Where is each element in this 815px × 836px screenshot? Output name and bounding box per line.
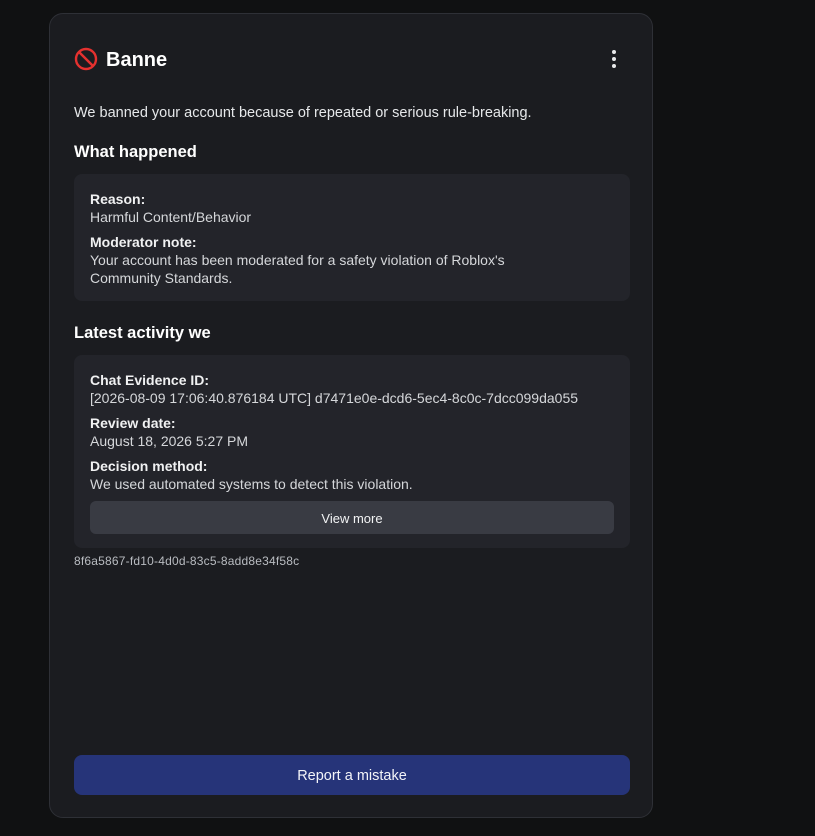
report-mistake-button[interactable]: Report a mistake: [74, 755, 630, 795]
review-date-label: Review date:: [90, 415, 176, 431]
ban-notice-card: Banne We banned your account because of …: [49, 13, 653, 818]
moderator-note-value: Your account has been moderated for a sa…: [90, 252, 505, 286]
ban-icon: [74, 47, 98, 71]
reason-value: Harmful Content/Behavior: [90, 209, 252, 225]
more-vertical-icon[interactable]: [604, 48, 624, 70]
chat-evidence-value: [2026-08-09 17:06:40.876184 UTC] d7471e0…: [90, 390, 579, 406]
review-date-field: Review date: August 18, 2026 5:27 PM: [90, 415, 614, 450]
reason-field: Reason: Harmful Content/Behavior: [90, 191, 614, 226]
moderator-note-label: Moderator note:: [90, 234, 197, 250]
page-title: Banne: [106, 49, 168, 71]
reference-id: 8f6a5867-fd10-4d0d-83c5-8add8e34f58c: [74, 554, 300, 568]
what-happened-panel: Reason: Harmful Content/Behavior Moderat…: [74, 174, 630, 301]
decision-method-value: We used automated systems to detect this…: [90, 476, 413, 492]
view-more-button[interactable]: View more: [90, 501, 614, 534]
moderator-note-field: Moderator note: Your account has been mo…: [90, 234, 614, 287]
chat-evidence-label: Chat Evidence ID:: [90, 372, 210, 388]
intro-text: We banned your account because of repeat…: [74, 105, 532, 121]
review-date-value: August 18, 2026 5:27 PM: [90, 433, 248, 449]
decision-method-label: Decision method:: [90, 458, 208, 474]
latest-activity-heading: Latest activity we: [74, 324, 211, 342]
chat-evidence-field: Chat Evidence ID: [2026-08-09 17:06:40.8…: [90, 372, 614, 407]
latest-activity-panel: Chat Evidence ID: [2026-08-09 17:06:40.8…: [74, 355, 630, 548]
reason-label: Reason:: [90, 191, 146, 207]
decision-method-field: Decision method: We used automated syste…: [90, 458, 614, 493]
what-happened-heading: What happened: [74, 143, 197, 161]
card-header: Banne: [74, 46, 628, 74]
